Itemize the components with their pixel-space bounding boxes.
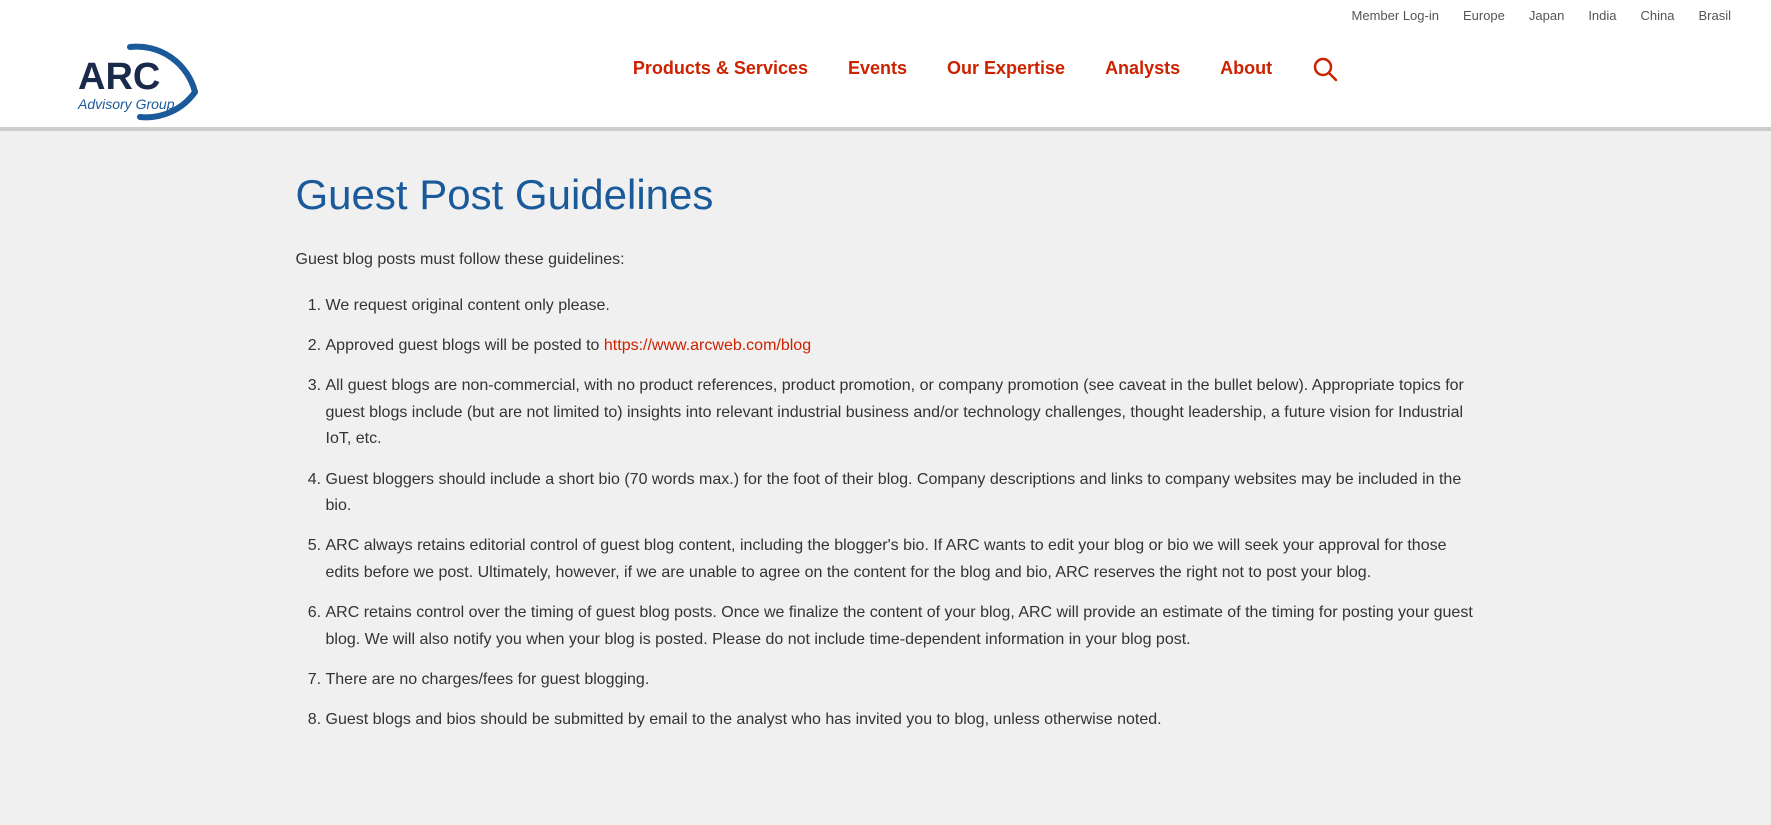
nav-products-services[interactable]: Products & Services [633, 58, 808, 96]
header-top-links: Member Log-in Europe Japan India China B… [40, 0, 1731, 27]
svg-text:Advisory Group: Advisory Group [77, 96, 175, 112]
list-item: Guest bloggers should include a short bi… [326, 467, 1476, 520]
logo[interactable]: ARC Advisory Group [40, 37, 240, 127]
search-icon[interactable] [1312, 56, 1338, 98]
intro-text: Guest blog posts must follow these guide… [296, 247, 1476, 273]
list-item: All guest blogs are non-commercial, with… [326, 373, 1476, 452]
svg-text:ARC: ARC [78, 56, 160, 98]
nav-analysts[interactable]: Analysts [1105, 58, 1180, 96]
nav-about[interactable]: About [1220, 58, 1272, 96]
list-item: Guest blogs and bios should be submitted… [326, 707, 1476, 733]
europe-link[interactable]: Europe [1463, 8, 1505, 23]
blog-link[interactable]: https://www.arcweb.com/blog [604, 337, 811, 354]
brasil-link[interactable]: Brasil [1698, 8, 1731, 23]
list-item: We request original content only please. [326, 293, 1476, 319]
list-item: ARC retains control over the timing of g… [326, 600, 1476, 653]
japan-link[interactable]: Japan [1529, 8, 1564, 23]
guidelines-list: We request original content only please.… [316, 293, 1476, 734]
member-login-link[interactable]: Member Log-in [1352, 8, 1439, 23]
nav-events[interactable]: Events [848, 58, 907, 96]
list-item: ARC always retains editorial control of … [326, 533, 1476, 586]
list-item: There are no charges/fees for guest blog… [326, 667, 1476, 693]
header: Member Log-in Europe Japan India China B… [0, 0, 1771, 131]
list-item: Approved guest blogs will be posted to h… [326, 333, 1476, 359]
nav-our-expertise[interactable]: Our Expertise [947, 58, 1065, 96]
china-link[interactable]: China [1641, 8, 1675, 23]
header-main: ARC Advisory Group Products & Services E… [40, 27, 1731, 127]
page-title: Guest Post Guidelines [296, 171, 1476, 219]
india-link[interactable]: India [1588, 8, 1616, 23]
main-content: Guest Post Guidelines Guest blog posts m… [236, 131, 1536, 808]
main-nav: Products & Services Events Our Expertise… [240, 56, 1731, 108]
